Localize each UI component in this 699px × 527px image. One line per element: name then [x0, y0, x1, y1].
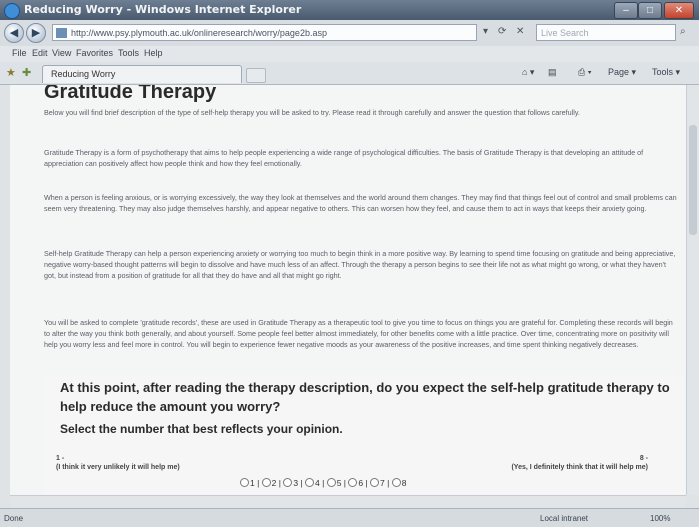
address-bar-row: ◀ ▶ http://www.psy.plymouth.ac.uk/online…	[0, 20, 699, 46]
menu-file[interactable]: File	[12, 48, 27, 58]
zoom-level[interactable]: 100%	[650, 514, 670, 523]
dropdown-icon[interactable]: ▾	[483, 26, 488, 37]
browser-window: Reducing Worry - Windows Internet Explor…	[0, 0, 699, 527]
radio-option-7[interactable]: 7	[370, 478, 385, 488]
refresh-icon[interactable]: ⟳	[498, 26, 506, 37]
back-button[interactable]: ◀	[4, 23, 24, 43]
radio-circle-icon[interactable]	[348, 478, 358, 487]
title-bar: Reducing Worry - Windows Internet Explor…	[0, 0, 699, 20]
menu-tools[interactable]: Tools	[118, 48, 139, 58]
question-text: At this point, after reading the therapy…	[60, 380, 670, 414]
feeds-icon[interactable]: ▤	[548, 67, 557, 78]
radio-option-1[interactable]: 1	[240, 478, 255, 488]
radio-circle-icon[interactable]	[370, 478, 380, 487]
tab-reducing-worry[interactable]: Reducing Worry	[42, 65, 242, 83]
add-favorites-icon[interactable]: ✚	[22, 66, 31, 79]
anxiety-paragraph: When a person is feeling anxious, or is …	[44, 193, 677, 213]
address-url: http://www.psy.plymouth.ac.uk/onlinerese…	[71, 28, 327, 38]
window-title: Reducing Worry - Windows Internet Explor…	[24, 3, 302, 16]
tab-bar: ★ ✚ Reducing Worry ⌂ ▾ ▤ ⎙ ▾ Page ▾ Tool…	[0, 62, 699, 85]
maximize-button[interactable]: □	[638, 2, 662, 19]
search-icon[interactable]: ⌕	[680, 26, 686, 37]
question-box: At this point, after reading the therapy…	[44, 376, 684, 495]
status-text: Done	[4, 514, 24, 523]
search-input[interactable]: Live Search	[536, 24, 676, 41]
print-icon[interactable]: ⎙ ▾	[578, 67, 591, 78]
menu-help[interactable]: Help	[144, 48, 163, 58]
selfhelp-paragraph: Self-help Gratitude Therapy can help a p…	[44, 249, 676, 280]
radio-option-6[interactable]: 6	[348, 478, 363, 488]
page-menu[interactable]: Page ▾	[608, 67, 636, 78]
definition-paragraph: Gratitude Therapy is a form of psychothe…	[44, 148, 644, 168]
security-zone: Local intranet	[540, 514, 589, 523]
radio-circle-icon[interactable]	[283, 478, 293, 487]
forward-button[interactable]: ▶	[26, 23, 46, 43]
instruction-text: Select the number that best reflects you…	[60, 422, 343, 436]
tools-menu[interactable]: Tools ▾	[652, 67, 680, 78]
records-paragraph: You will be asked to complete 'gratitude…	[44, 318, 673, 349]
favorites-star-icon[interactable]: ★	[6, 66, 16, 79]
menu-view[interactable]: View	[52, 48, 71, 58]
radio-circle-icon[interactable]	[326, 478, 336, 487]
page-content: Gratitude Therapy Below you will find br…	[10, 85, 686, 495]
radio-option-5[interactable]: 5	[326, 478, 341, 488]
close-button[interactable]: ✕	[664, 2, 694, 19]
rating-radio-group: 1 | 2 | 3 | 4 | 5 | 6 | 7 | 8	[240, 478, 406, 488]
scale-right-label: 8 - (Yes, I definitely think that it wil…	[511, 455, 648, 471]
radio-option-4[interactable]: 4	[305, 478, 320, 488]
scale-left-label: 1 - (I think it very unlikely it will he…	[56, 455, 180, 471]
page-favicon-icon	[56, 28, 67, 38]
menu-favorites[interactable]: Favorites	[76, 48, 113, 58]
page-heading: Gratitude Therapy	[44, 85, 217, 103]
radio-circle-icon[interactable]	[261, 478, 271, 487]
minimize-button[interactable]: –	[614, 2, 638, 19]
stop-icon[interactable]: ✕	[516, 26, 524, 37]
status-bar: Done Local intranet 100%	[0, 508, 699, 527]
radio-option-8[interactable]: 8	[391, 478, 406, 488]
address-field[interactable]: http://www.psy.plymouth.ac.uk/onlinerese…	[52, 24, 477, 41]
radio-circle-icon[interactable]	[305, 478, 315, 487]
radio-option-2[interactable]: 2	[261, 478, 276, 488]
radio-circle-icon[interactable]	[391, 478, 401, 487]
intro-paragraph: Below you will find brief description of…	[44, 108, 580, 117]
scrollbar-thumb[interactable]	[689, 125, 697, 235]
home-icon[interactable]: ⌂ ▾	[522, 67, 534, 78]
ie-logo-icon	[4, 3, 20, 19]
new-tab-button[interactable]	[246, 68, 266, 83]
menu-edit[interactable]: Edit	[32, 48, 48, 58]
vertical-scrollbar[interactable]	[686, 85, 699, 495]
radio-option-3[interactable]: 3	[283, 478, 298, 488]
menu-bar: File Edit View Favorites Tools Help	[0, 46, 699, 62]
radio-circle-icon[interactable]	[240, 478, 249, 487]
horizontal-scrollbar[interactable]	[10, 495, 686, 508]
